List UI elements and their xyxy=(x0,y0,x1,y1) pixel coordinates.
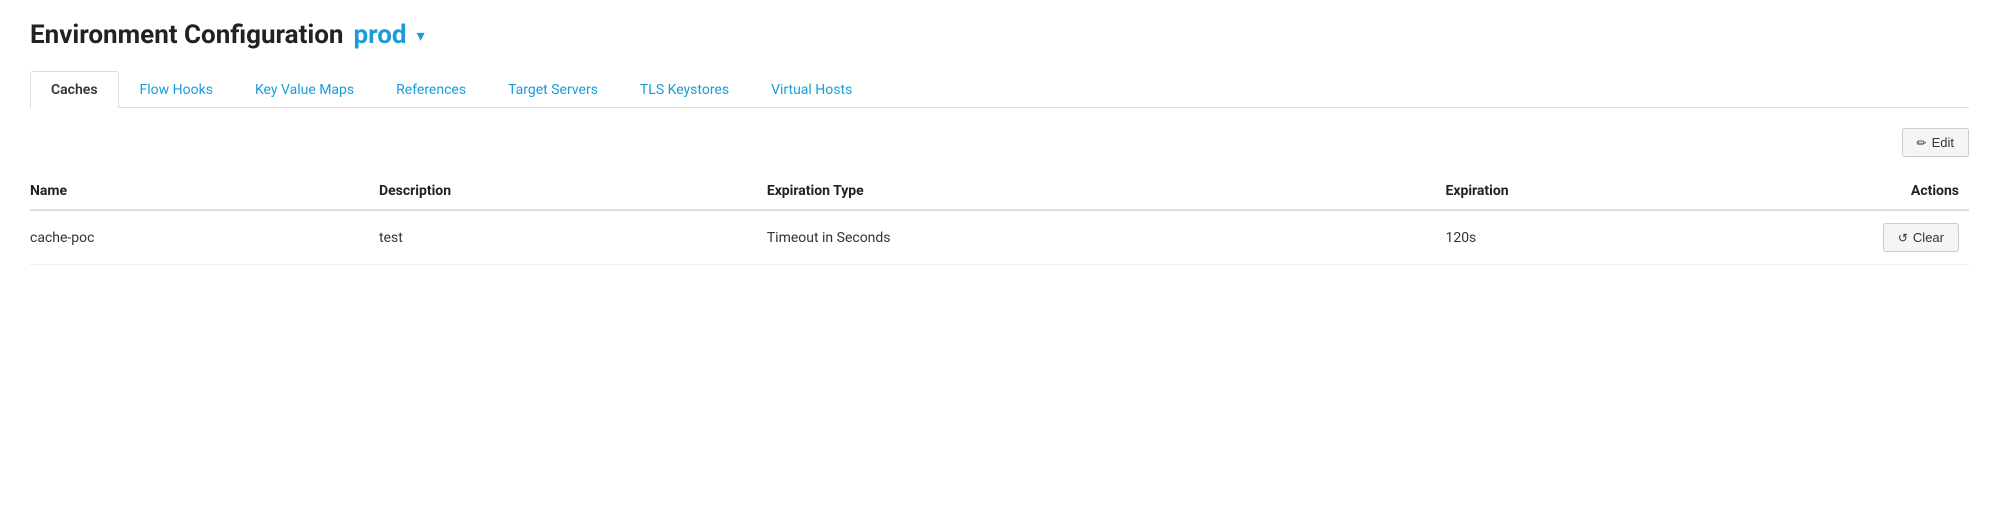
col-header-expiration: Expiration xyxy=(1445,173,1736,210)
toolbar: ✏ Edit xyxy=(30,128,1969,157)
page-header: Environment Configuration prod ▾ xyxy=(30,20,1969,50)
clear-button[interactable]: ↺ Clear xyxy=(1883,223,1959,252)
tabs-list: Caches Flow Hooks Key Value Maps Referen… xyxy=(30,70,1969,107)
tab-virtual-hosts[interactable]: Virtual Hosts xyxy=(750,71,873,108)
edit-icon: ✏ xyxy=(1917,136,1927,150)
cell-expiration: 120s xyxy=(1445,210,1736,265)
col-header-name: Name xyxy=(30,173,379,210)
tab-target-servers[interactable]: Target Servers xyxy=(487,71,619,108)
tab-tls-keystores[interactable]: TLS Keystores xyxy=(619,71,750,108)
clear-icon: ↺ xyxy=(1898,231,1908,245)
cell-expiration-type: Timeout in Seconds xyxy=(767,210,1446,265)
tab-caches[interactable]: Caches xyxy=(30,71,119,108)
edit-button-label: Edit xyxy=(1932,135,1954,150)
table-row: cache-poc test Timeout in Seconds 120s ↺… xyxy=(30,210,1969,265)
tab-key-value-maps[interactable]: Key Value Maps xyxy=(234,71,375,108)
env-name[interactable]: prod xyxy=(354,20,407,50)
tabs-container: Caches Flow Hooks Key Value Maps Referen… xyxy=(30,70,1969,108)
col-header-expiration-type: Expiration Type xyxy=(767,173,1446,210)
col-header-actions: Actions xyxy=(1736,173,1969,210)
tab-flow-hooks[interactable]: Flow Hooks xyxy=(119,71,234,108)
cell-actions: ↺ Clear xyxy=(1736,210,1969,265)
page-title: Environment Configuration xyxy=(30,20,344,50)
caches-table: Name Description Expiration Type Expirat… xyxy=(30,173,1969,265)
cell-description: test xyxy=(379,210,767,265)
clear-button-label: Clear xyxy=(1913,230,1944,245)
cell-name: cache-poc xyxy=(30,210,379,265)
edit-button[interactable]: ✏ Edit xyxy=(1902,128,1969,157)
table-header-row: Name Description Expiration Type Expirat… xyxy=(30,173,1969,210)
env-dropdown-arrow[interactable]: ▾ xyxy=(417,26,425,45)
col-header-description: Description xyxy=(379,173,767,210)
tab-references[interactable]: References xyxy=(375,71,487,108)
